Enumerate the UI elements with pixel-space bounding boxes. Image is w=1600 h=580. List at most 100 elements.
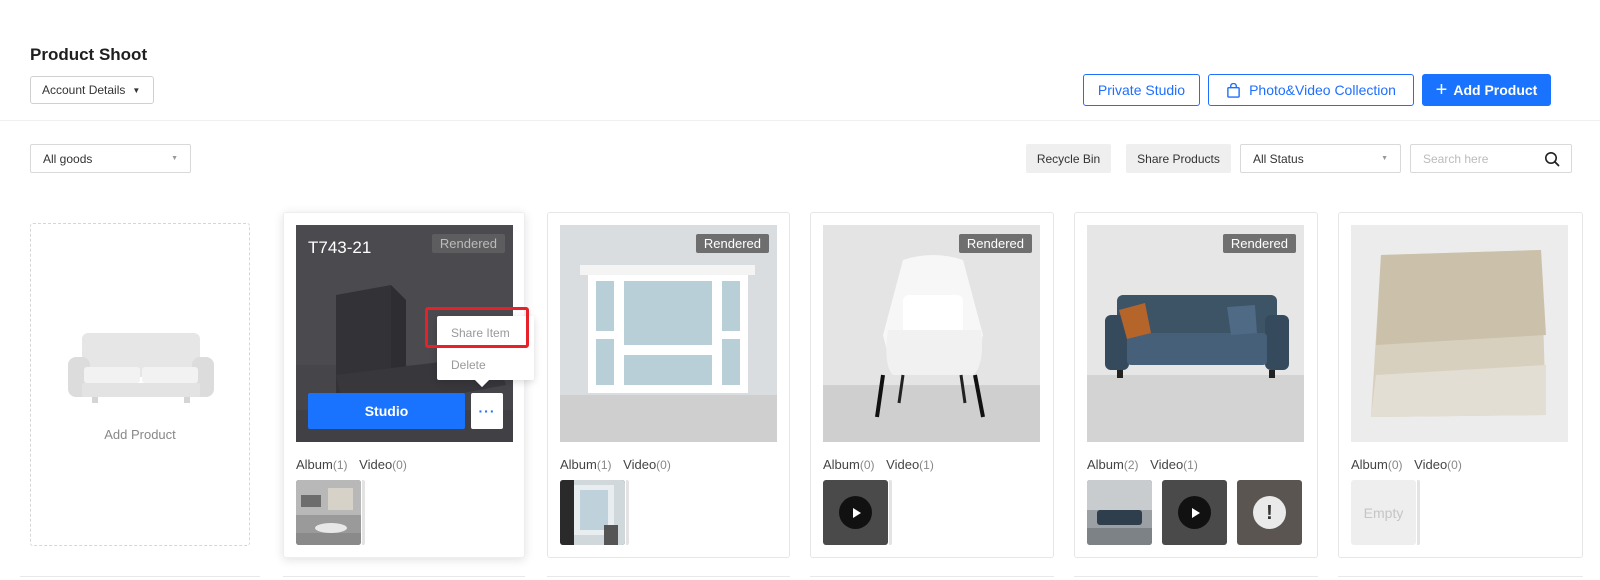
search-input[interactable]: Search here [1410, 144, 1572, 173]
album-label[interactable]: Album [560, 457, 597, 472]
add-product-button[interactable]: + Add Product [1422, 74, 1551, 106]
caret-down-icon: ▼ [171, 155, 178, 162]
white-armchair-image [823, 225, 1040, 442]
play-icon [1178, 496, 1211, 529]
alert-icon: ! [1253, 496, 1286, 529]
video-label[interactable]: Video [1414, 457, 1447, 472]
album-thumbnail[interactable] [296, 480, 361, 545]
product-card[interactable]: Album(0) Video(0) Empty [1338, 212, 1583, 558]
share-products-label: Share Products [1137, 151, 1220, 166]
rendered-badge: Rendered [1222, 234, 1296, 253]
header-divider [0, 120, 1600, 121]
plus-icon: + [1435, 79, 1448, 101]
media-thumbnails [296, 480, 371, 545]
private-studio-button[interactable]: Private Studio [1083, 74, 1200, 106]
page-title: Product Shoot [30, 45, 148, 64]
product-card[interactable]: Rendered Album(2) Video(1) ! [1074, 212, 1318, 558]
video-label[interactable]: Video [359, 457, 392, 472]
highlight-annotation [425, 307, 529, 348]
sofa-room-photo-image [1087, 480, 1152, 545]
mantel-photo-image [560, 480, 625, 545]
product-thumbnail[interactable]: Rendered [823, 225, 1040, 442]
search-placeholder: Search here [1423, 151, 1489, 166]
video-thumbnail[interactable] [1162, 480, 1227, 545]
video-count: (0) [392, 458, 407, 472]
texture-tile-image [1351, 225, 1568, 442]
video-label[interactable]: Video [886, 457, 919, 472]
rendered-badge: Rendered [958, 234, 1032, 253]
account-details-label: Account Details [42, 83, 126, 97]
collection-label: Photo&Video Collection [1249, 82, 1396, 98]
status-filter-value: All Status [1253, 151, 1304, 166]
media-counts: Album(2) Video(1) [1087, 457, 1198, 472]
album-thumbnail[interactable] [560, 480, 625, 545]
media-thumbnails [560, 480, 635, 545]
empty-media-placeholder: Empty [1351, 480, 1416, 545]
stack-edge [1417, 480, 1420, 545]
album-label[interactable]: Album [296, 457, 333, 472]
more-options-button[interactable]: ··· [471, 393, 503, 429]
video-thumbnail[interactable] [823, 480, 888, 545]
video-count: (0) [1447, 458, 1462, 472]
album-count: (0) [1387, 458, 1403, 472]
next-row-card [1338, 576, 1583, 580]
studio-button[interactable]: Studio [308, 393, 465, 429]
media-thumbnails [823, 480, 898, 545]
recycle-bin-label: Recycle Bin [1036, 151, 1101, 166]
product-thumbnail[interactable]: Rendered [560, 225, 777, 442]
fireplace-mantel-image [560, 225, 777, 442]
share-products-button[interactable]: Share Products [1126, 144, 1231, 173]
album-thumbnail[interactable] [1087, 480, 1152, 545]
add-product-card-label: Add Product [104, 427, 176, 442]
next-row-card [20, 576, 260, 580]
caret-down-icon: ▼ [1381, 155, 1388, 162]
video-count: (0) [656, 458, 671, 472]
room-photo-image [296, 480, 361, 545]
stack-edge [362, 480, 365, 545]
goods-filter-value: All goods [43, 151, 93, 166]
add-product-card[interactable]: Add Product [30, 223, 250, 546]
shopping-bag-icon [1227, 82, 1240, 98]
rendered-badge: Rendered [695, 234, 769, 253]
video-thumbnail[interactable]: ! [1237, 480, 1302, 545]
photo-video-collection-button[interactable]: Photo&Video Collection [1208, 74, 1414, 106]
album-label[interactable]: Album [1087, 457, 1124, 472]
product-card[interactable]: Rendered Album(0) Video(1) [810, 212, 1054, 558]
media-thumbnails: ! [1087, 480, 1302, 545]
private-studio-label: Private Studio [1097, 82, 1186, 98]
sofa-placeholder-icon [68, 333, 214, 403]
status-filter-select[interactable]: All Status ▼ [1240, 144, 1401, 173]
media-counts: Album(1) Video(0) [296, 457, 407, 472]
video-count: (1) [919, 458, 934, 472]
product-thumbnail[interactable] [1351, 225, 1568, 442]
blue-sofa-image [1087, 225, 1304, 442]
album-label[interactable]: Album [823, 457, 860, 472]
product-thumbnail[interactable]: Rendered [1087, 225, 1304, 442]
album-count: (2) [1123, 458, 1139, 472]
stack-edge [889, 480, 892, 545]
stack-edge [626, 480, 629, 545]
video-label[interactable]: Video [623, 457, 656, 472]
product-card[interactable]: Rendered Album(1) Video(0) [547, 212, 790, 558]
add-product-label: Add Product [1453, 82, 1538, 98]
album-count: (1) [596, 458, 612, 472]
search-icon[interactable] [1544, 151, 1560, 167]
rendered-badge: Rendered [431, 234, 505, 253]
play-icon [839, 496, 872, 529]
product-sku: T743-21 [308, 238, 372, 257]
next-row-card [1074, 576, 1318, 580]
album-count: (0) [859, 458, 875, 472]
next-row-card [283, 576, 525, 580]
media-thumbnails: Empty [1351, 480, 1420, 545]
delete-menu-item[interactable]: Delete [451, 358, 486, 372]
next-row-card [810, 576, 1054, 580]
account-details-dropdown[interactable]: Account Details ▼ [30, 76, 154, 104]
product-card[interactable]: T743-21 Rendered Studio ··· Album(1) Vid… [283, 212, 525, 558]
caret-down-icon: ▼ [132, 85, 141, 95]
video-count: (1) [1183, 458, 1198, 472]
goods-filter-select[interactable]: All goods ▼ [30, 144, 191, 173]
recycle-bin-button[interactable]: Recycle Bin [1026, 144, 1111, 173]
next-row-card [547, 576, 790, 580]
album-label[interactable]: Album [1351, 457, 1388, 472]
video-label[interactable]: Video [1150, 457, 1183, 472]
